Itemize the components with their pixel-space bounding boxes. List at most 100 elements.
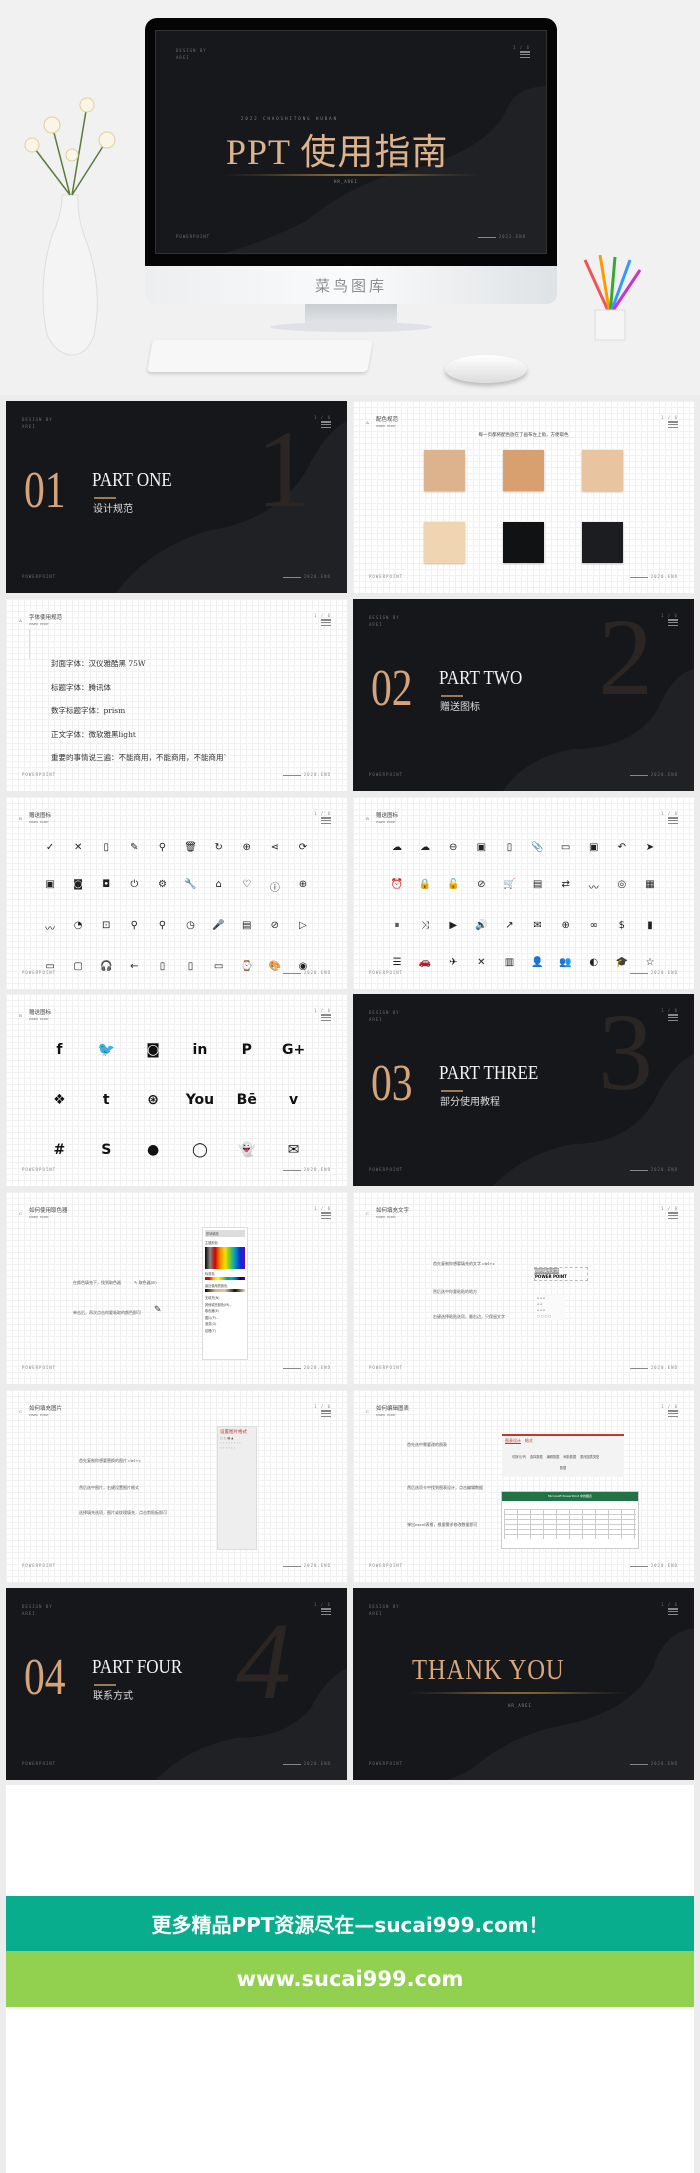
slide-subtitle: POWER POINT: [29, 1017, 49, 1021]
footer-left: POWERPOINT: [369, 1761, 404, 1766]
bag-icon: ⊡: [102, 920, 111, 931]
thank-you-author: HR_AREI: [508, 1703, 532, 1708]
font-line: 数字标题字体：prism: [51, 706, 126, 715]
apps-icon: ▦: [645, 879, 655, 890]
tumblr-icon: t: [102, 1092, 110, 1108]
earth-icon: ◐: [589, 957, 599, 968]
airplane-icon: ✈: [449, 957, 458, 968]
design-name: AREI: [369, 1611, 383, 1616]
promo-banner[interactable]: 更多精品PPT资源尽在—sucai999.com！: [6, 1896, 694, 1951]
add-circle-icon: ⊕: [561, 920, 570, 931]
clapper-icon: ▤: [242, 920, 252, 931]
footer-left: POWERPOINT: [22, 1167, 57, 1172]
design-label: DESIGN BY: [369, 615, 400, 620]
slide-icons-2[interactable]: B 赠送图标 POWER POINT 1 / 6 ☁ ☁ ⊖ ▣ ▯ 📎 ▭ ▣ ↶ ➤ ⏰ 🔒 🔓 ⊘ 🛒…: [353, 797, 694, 989]
slide-color-spec[interactable]: A 配色规范 POWER POINT 1 / 6 每一页都将配色放在了画布左上角…: [353, 401, 694, 593]
settings-icon: ⚙: [157, 879, 167, 890]
refresh-icon: ↻: [214, 842, 223, 853]
slide-title: 配色规范: [376, 417, 399, 423]
slide-social-icons[interactable]: B 赠送图标 POWER POINT 1 / 6 f 🐦 ◙ in P G+ ❖ t ⊛ You B…: [6, 994, 347, 1186]
social-icon-grid: f 🐦 ◙ in P G+ ❖ t ⊛ You Bē v # S ● ◯ 👻 ✉: [36, 1042, 317, 1158]
youtube-icon: You: [185, 1092, 215, 1108]
website-banner[interactable]: www.sucai999.com: [6, 1951, 694, 2007]
step-text: 选择填充选项，图片或纹理填充，点击剪贴板即可: [79, 1510, 167, 1515]
slide-icons-1[interactable]: B 赠送图标 POWER POINT 1 / 6 ✓ ✕ ▯ ✎ ⚲ 🗑 ↻ ⊕ ⋖ ⟳ ▣ ◙ ◘ ⏻ ⚙…: [6, 797, 347, 989]
twitter-icon: 🐦: [97, 1042, 115, 1058]
step-text: 单击后，再次点击你要吸取的颜色即可: [73, 1310, 141, 1315]
dollar-icon: $: [618, 920, 626, 931]
paperclip-icon: 📎: [531, 842, 544, 853]
cloud-icon: ☁: [420, 842, 431, 853]
section-mark: B: [366, 816, 369, 821]
cover-slide: DESIGN BY AREI 1 / 6 2022 CHAOSHITONG HUB…: [155, 30, 547, 254]
slide-subtitle: POWER POINT: [376, 1215, 396, 1219]
tv-icon: ▭: [213, 961, 224, 972]
slide-title: 如何使用取色器: [29, 1208, 68, 1214]
slide-part-two[interactable]: 2 DESIGN BY AREI 1 / 6 02 PART TWO 赠送图标 P…: [353, 599, 694, 791]
watch-icon: ⌚: [240, 961, 253, 972]
step-text: 首先复制你想要替换的图片 ctrl+c: [79, 1458, 141, 1463]
slide-fill-image-tutorial[interactable]: C 如何填充图片 POWER POINT 1 / 6 首先复制你想要替换的图片 …: [6, 1390, 347, 1582]
monitor-chin-brand: 菜鸟图库: [145, 266, 557, 304]
section-watermark-number: 3: [598, 994, 653, 1113]
section-mark: B: [19, 816, 22, 821]
play-circle-icon: ▷: [299, 920, 307, 931]
text-box-sample: 如何填充文字 POWER POINT: [534, 1267, 588, 1281]
footer-left: POWERPOINT: [369, 970, 404, 975]
section-title: PART FOUR: [92, 1656, 183, 1678]
facebook-icon: f: [56, 1042, 63, 1058]
footer-right: 2020.END: [283, 1365, 331, 1370]
headphones-icon: 🎧: [100, 961, 113, 972]
page-indicator: 1 / 6: [313, 1206, 331, 1211]
page-indicator: 1 / 6: [660, 613, 678, 618]
slide-edit-chart-tutorial[interactable]: C 如何编辑图表 POWER POINT 1 / 6 首先选中需要改的图表 然后…: [353, 1390, 694, 1582]
slide-part-four[interactable]: 4 DESIGN BY AREI 1 / 6 04 PART FOUR 联系方式 …: [6, 1588, 347, 1780]
slide-part-three[interactable]: 3 DESIGN BY AREI 1 / 6 03 PART THREE 部分使用…: [353, 994, 694, 1186]
slide-font-spec[interactable]: A 字体使用规范 POWER POINT 1 / 6 封面字体：汉仪雅酷黑 75…: [6, 599, 347, 791]
pencil-cup-image: [583, 255, 642, 341]
keyboard-image: [147, 340, 373, 372]
page-indicator: 1 / 6: [660, 1602, 678, 1607]
footer-right: 2022.END: [478, 234, 526, 239]
slide-part-one[interactable]: 1 DESIGN BY AREI 1 / 6 01 PART ONE 设计规范 P…: [6, 401, 347, 593]
color-caption: 每一页都将配色放在了画布左上角，方便取色: [478, 433, 569, 438]
whatsapp-icon: ◯: [192, 1142, 208, 1158]
section-mark: C: [19, 1409, 23, 1414]
camera-add-icon: ◘: [102, 879, 111, 890]
close-icon: ✕: [73, 842, 83, 853]
slide-thank-you[interactable]: DESIGN BY AREI 1 / 6 THANK YOU HR_AREI PO…: [353, 1588, 694, 1780]
design-name: AREI: [176, 55, 190, 60]
page-indicator: 1 / 6: [313, 1008, 331, 1013]
footer-right: 2020.END: [630, 574, 678, 579]
search-icon: ⚲: [158, 842, 167, 853]
alarm-icon: ⏰: [390, 879, 404, 890]
section-number: 01: [24, 462, 66, 519]
section-subtitle: 部分使用教程: [440, 1097, 500, 1108]
graduation-icon: 🎓: [615, 957, 629, 968]
color-swatch: [503, 522, 544, 563]
snapchat-icon: 👻: [238, 1142, 256, 1158]
design-name: AREI: [369, 622, 383, 627]
link-icon: ∞: [589, 920, 598, 931]
monitor-frame: DESIGN BY AREI 1 / 6 2022 CHAOSHITONG HUB…: [145, 18, 557, 266]
slide-fill-text-tutorial[interactable]: C 如何填充文字 POWER POINT 1 / 6 首先复制你想要填充的文字 …: [353, 1192, 694, 1384]
mail-icon: ✉: [287, 1142, 300, 1158]
monitor-icon: ▢: [73, 961, 83, 972]
dribbble-icon: ⊛: [147, 1092, 159, 1108]
chart-design-ribbon: 图表设计 格式 切换行/列 选择数据 编辑数据 刷新数据 更改图表类型 数据: [502, 1434, 624, 1477]
slide-subtitle: POWER POINT: [29, 1413, 49, 1417]
swap-icon: ⇄: [561, 879, 570, 890]
step-text: 右键选择粘贴选项，最右边，只保留文字: [433, 1314, 505, 1319]
footer-left: POWERPOINT: [22, 1563, 57, 1568]
page-indicator: 1 / 6: [313, 811, 331, 816]
color-swatch: [424, 450, 465, 491]
trash-icon: 🗑: [184, 842, 197, 853]
image-icon: ▣: [589, 842, 599, 853]
footer-right: 2020.END: [283, 1761, 331, 1766]
footer-left: POWERPOINT: [22, 772, 57, 777]
slide-color-picker-tutorial[interactable]: C 如何使用取色器 POWER POINT 1 / 6 在颜色填充下，找到取色器…: [6, 1192, 347, 1384]
microphone-icon: 🎤: [212, 920, 225, 931]
section-number: 03: [371, 1055, 413, 1112]
arrow-up-right-icon: ↗: [505, 920, 514, 931]
cover-author: HR_AREI: [334, 179, 358, 184]
